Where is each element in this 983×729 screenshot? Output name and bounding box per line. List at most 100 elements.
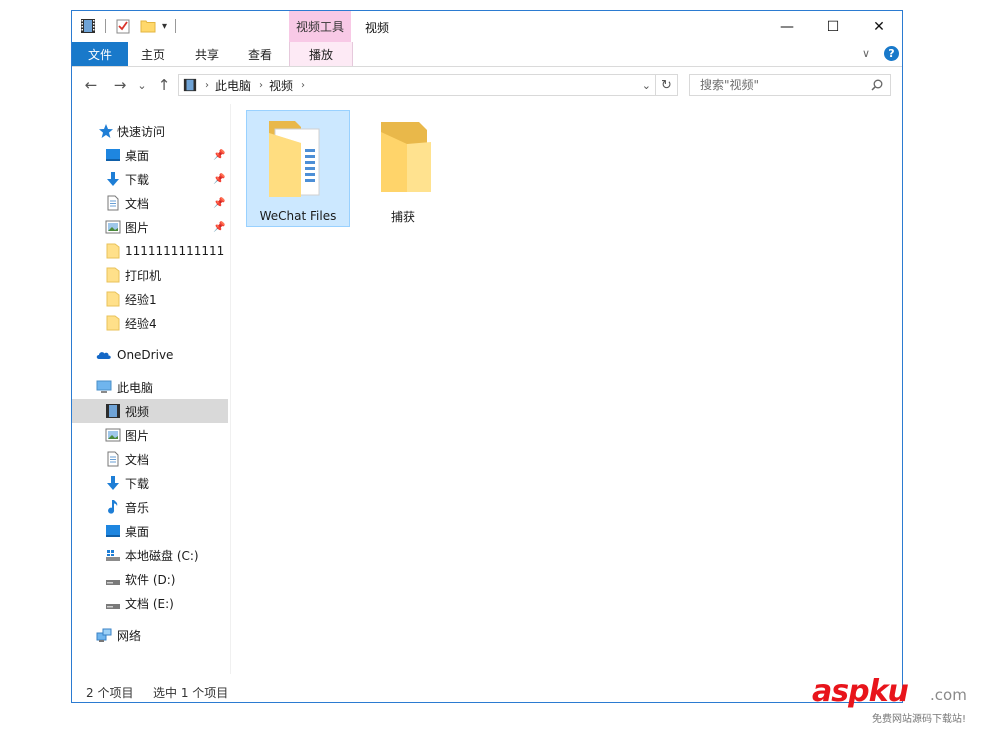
- sidebar-item-label: 本地磁盘 (C:): [125, 548, 199, 563]
- sidebar-item-documents[interactable]: 文档: [72, 447, 228, 471]
- document-icon: [107, 451, 119, 467]
- sidebar-item-label: OneDrive: [117, 348, 174, 362]
- sidebar-item-label: 音乐: [125, 500, 150, 515]
- sidebar-item-pictures[interactable]: 图片 📌: [72, 215, 228, 239]
- tab-view[interactable]: 查看: [235, 42, 285, 66]
- sidebar-item-label: 经验4: [125, 316, 157, 331]
- sidebar-quick-access[interactable]: 快速访问: [72, 119, 228, 143]
- quick-access-toolbar: ▾: [80, 17, 177, 35]
- sidebar-item-videos[interactable]: 视频: [72, 399, 228, 423]
- search-icon[interactable]: [871, 79, 883, 91]
- breadcrumb-separator-icon[interactable]: ›: [301, 80, 305, 91]
- tab-play[interactable]: 播放: [289, 42, 353, 66]
- folder-icon: [106, 243, 120, 259]
- sidebar-item-label: 图片: [125, 428, 150, 443]
- address-bar[interactable]: › 此电脑 › 视频 › ⌄: [178, 74, 656, 96]
- network-icon: [96, 628, 112, 642]
- sidebar-item-folder[interactable]: 打印机: [72, 263, 228, 287]
- sidebar-item-label: 打印机: [125, 268, 162, 283]
- refresh-button[interactable]: ↻: [656, 74, 678, 96]
- sidebar-item-onedrive[interactable]: OneDrive: [72, 343, 228, 367]
- sidebar-item-label: 此电脑: [117, 380, 154, 395]
- properties-icon[interactable]: [115, 18, 131, 34]
- folder-icon: [106, 315, 120, 331]
- search-input[interactable]: [698, 77, 872, 93]
- toolbar-divider: [175, 19, 177, 33]
- customize-toolbar-icon[interactable]: ▾: [162, 21, 167, 32]
- breadcrumb-this-pc[interactable]: 此电脑: [215, 77, 251, 94]
- sidebar-item-folder[interactable]: 1111111111111: [72, 239, 228, 263]
- sidebar-item-label: 下载: [125, 172, 150, 187]
- pictures-icon: [105, 428, 121, 442]
- sidebar-item-music[interactable]: 音乐: [72, 495, 228, 519]
- sidebar-item-downloads[interactable]: 下载 📌: [72, 167, 228, 191]
- videos-icon: [106, 404, 120, 418]
- folder-icon: [106, 291, 120, 307]
- sidebar-item-drive-e[interactable]: 文档 (E:): [72, 591, 228, 615]
- selection-count: 选中 1 个项目: [153, 686, 229, 700]
- file-list[interactable]: WeChat Files 捕获: [231, 104, 902, 674]
- music-icon: [108, 500, 118, 514]
- folder-item-capture[interactable]: 捕获: [351, 110, 455, 227]
- sidebar-item-label: 图片: [125, 220, 150, 235]
- sidebar-item-label: 网络: [117, 628, 142, 643]
- folder-item-wechat-files[interactable]: WeChat Files: [246, 110, 350, 227]
- sidebar-item-network[interactable]: 网络: [72, 623, 228, 647]
- navigation-pane: 快速访问 桌面 📌 下载 📌 文档 📌 图片 📌 1111111111111 打…: [72, 104, 231, 674]
- sidebar-item-desktop[interactable]: 桌面: [72, 519, 228, 543]
- sidebar-item-label: 桌面: [125, 148, 150, 163]
- pin-icon[interactable]: 📌: [213, 174, 225, 185]
- drive-icon: [106, 604, 120, 609]
- watermark-logo: aspku .com 免费网站源码下载站!: [812, 674, 982, 726]
- tab-home[interactable]: 主页: [128, 42, 178, 66]
- computer-icon: [96, 380, 112, 393]
- close-button[interactable]: ✕: [856, 11, 902, 42]
- minimize-button[interactable]: —: [764, 11, 810, 42]
- sidebar-item-documents[interactable]: 文档 📌: [72, 191, 228, 215]
- tab-file[interactable]: 文件: [72, 42, 128, 66]
- maximize-button[interactable]: ☐: [810, 11, 856, 42]
- sidebar-item-label: 下载: [125, 476, 150, 491]
- sidebar-item-pictures[interactable]: 图片: [72, 423, 228, 447]
- watermark-brand: aspku: [812, 674, 909, 709]
- desktop-icon: [106, 149, 120, 161]
- contextual-tab-group: 视频工具: [289, 11, 351, 42]
- recent-locations-button[interactable]: ⌄: [135, 76, 149, 94]
- folder-icon: [106, 267, 120, 283]
- sidebar-item-label: 文档: [125, 452, 150, 467]
- file-name: 捕获: [390, 210, 415, 224]
- sidebar-item-label: 经验1: [125, 292, 157, 307]
- sidebar-item-desktop[interactable]: 桌面 📌: [72, 143, 228, 167]
- breadcrumb-videos[interactable]: 视频: [269, 77, 293, 94]
- sidebar-item-folder[interactable]: 经验1: [72, 287, 228, 311]
- desktop-icon: [106, 525, 120, 537]
- pin-icon[interactable]: 📌: [213, 222, 225, 233]
- folder-icon: [381, 122, 431, 192]
- sidebar-item-this-pc[interactable]: 此电脑: [72, 375, 228, 399]
- pin-icon[interactable]: 📌: [213, 150, 225, 161]
- breadcrumb-separator-icon[interactable]: ›: [259, 80, 263, 91]
- breadcrumb-separator-icon[interactable]: ›: [205, 80, 209, 91]
- explorer-window: ▾ 视频工具 视频 — ☐ ✕ 文件 主页 共享 查看 播放 ∨ ? ← → ⌄…: [71, 10, 903, 703]
- status-bar: 2 个项目 选中 1 个项目: [72, 679, 902, 702]
- new-folder-icon[interactable]: [140, 18, 156, 34]
- sidebar-item-folder[interactable]: 经验4: [72, 311, 228, 335]
- watermark-tld: .com: [930, 686, 967, 704]
- sidebar-item-downloads[interactable]: 下载: [72, 471, 228, 495]
- forward-button[interactable]: →: [110, 76, 130, 94]
- star-icon: [99, 124, 113, 138]
- sidebar-item-drive-c[interactable]: 本地磁盘 (C:): [72, 543, 228, 567]
- search-box[interactable]: [689, 74, 891, 96]
- help-icon[interactable]: ?: [884, 46, 899, 61]
- up-button[interactable]: ↑: [154, 76, 174, 94]
- sidebar-item-drive-d[interactable]: 软件 (D:): [72, 567, 228, 591]
- videos-icon[interactable]: [80, 18, 96, 34]
- tab-share[interactable]: 共享: [182, 42, 232, 66]
- window-title: 视频: [365, 21, 390, 35]
- sidebar-item-label: 视频: [125, 404, 150, 419]
- pin-icon[interactable]: 📌: [213, 198, 225, 209]
- watermark-tagline: 免费网站源码下载站!: [872, 714, 967, 725]
- address-history-dropdown-icon[interactable]: ⌄: [642, 79, 651, 92]
- back-button[interactable]: ←: [81, 76, 101, 94]
- expand-ribbon-icon[interactable]: ∨: [862, 47, 870, 60]
